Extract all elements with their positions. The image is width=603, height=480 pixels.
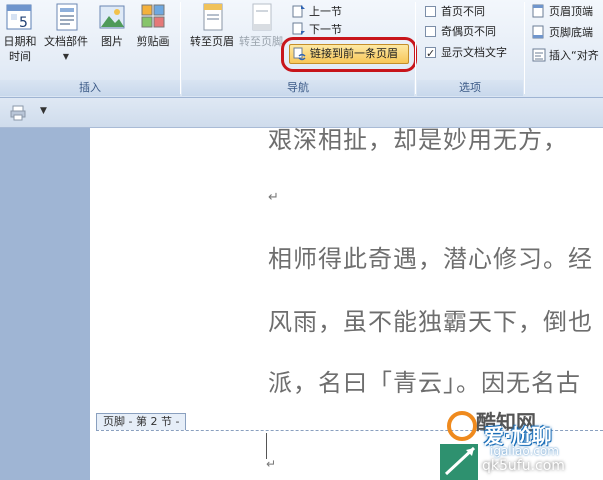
header-position-icon <box>532 4 546 18</box>
paragraph-mark-icon: ↵ <box>266 457 277 471</box>
odd-even-different-box[interactable] <box>425 26 436 37</box>
calendar-number: 5 <box>19 15 28 31</box>
alignment-tab-icon <box>532 48 546 62</box>
highlight-annotation-ring <box>281 37 417 72</box>
picture-button[interactable]: 图片 <box>96 2 128 49</box>
doc-parts-icon <box>51 2 81 32</box>
next-section-label: 下一节 <box>309 23 342 36</box>
first-page-different-label: 首页不同 <box>441 5 485 18</box>
document-line: 派，名曰「青云」。因无名古 <box>268 369 581 397</box>
show-document-text-checkbox[interactable]: 显示文档文字 <box>425 44 507 63</box>
clipart-button[interactable]: 剪贴画 <box>132 2 174 49</box>
document-line: 风雨，虽不能独霸天下，倒也 <box>268 308 593 336</box>
goto-header-button[interactable]: 转至页眉 <box>186 2 238 49</box>
goto-footer-button[interactable]: 转至页脚 <box>238 2 284 49</box>
insert-group: 5 日期和 时间 文档部件 ▼ 图片 剪贴画 插入 <box>0 0 180 98</box>
document-line: 相师得此奇遇，潜心修习。经 <box>268 245 593 273</box>
odd-even-different-label: 奇偶页不同 <box>441 25 496 38</box>
dropdown-arrow-icon: ▼ <box>62 52 70 61</box>
date-time-label-1: 日期和 <box>3 35 37 48</box>
doc-parts-label: 文档部件 <box>44 35 88 48</box>
print-icon[interactable] <box>10 105 26 121</box>
insert-group-label: 插入 <box>0 80 180 96</box>
footer-from-bottom-control[interactable]: 页脚底端 <box>532 24 593 42</box>
footer-section-tag: 页脚 - 第 2 节 - <box>96 413 187 430</box>
date-time-label-2: 时间 <box>9 50 31 63</box>
watermark-domain: igaliao.com <box>490 444 559 458</box>
customize-toolbar-dropdown-icon[interactable]: ▼ <box>40 106 47 116</box>
document-line: 艰深相扯，却是妙用无方， <box>268 128 568 154</box>
calendar-icon: 5 <box>5 2 35 32</box>
position-group: 页眉顶端 页脚底端 插入“对齐 <box>526 0 603 98</box>
header-from-top-label: 页眉顶端 <box>549 5 593 18</box>
first-page-different-checkbox[interactable]: 首页不同 <box>425 3 485 21</box>
insert-alignment-tab-label: 插入“对齐 <box>549 49 599 62</box>
date-time-button[interactable]: 5 日期和 时间 <box>2 2 38 64</box>
show-document-text-label: 显示文档文字 <box>441 46 507 59</box>
doc-parts-button[interactable]: 文档部件 ▼ <box>40 2 92 64</box>
footer-from-bottom-label: 页脚底端 <box>549 26 593 39</box>
navigation-group-label: 导航 <box>182 80 414 96</box>
goto-header-icon <box>197 2 227 32</box>
quick-access-toolbar: ▼ <box>0 98 603 128</box>
prev-section-button[interactable]: 上一节 <box>292 3 342 21</box>
clipart-label: 剪贴画 <box>136 35 170 48</box>
footer-position-icon <box>532 25 546 39</box>
first-page-different-box[interactable] <box>425 6 436 17</box>
header-from-top-control[interactable]: 页眉顶端 <box>532 3 593 21</box>
goto-footer-label: 转至页脚 <box>239 35 283 48</box>
group-separator <box>415 2 416 94</box>
options-group: 首页不同 奇偶页不同 显示文档文字 选项 <box>417 0 523 98</box>
text-cursor <box>266 433 267 459</box>
paragraph-mark-icon: ↵ <box>268 190 279 205</box>
ribbon: 5 日期和 时间 文档部件 ▼ 图片 剪贴画 插入 转至页眉 转至页脚 上一节 … <box>0 0 603 98</box>
goto-footer-icon <box>246 2 276 32</box>
group-separator <box>180 2 181 94</box>
picture-icon <box>97 2 127 32</box>
site-watermark: 酷知网 爱·尬聊 igaliao.com qk5ufu.com <box>440 400 603 480</box>
group-separator <box>524 2 525 94</box>
prev-section-label: 上一节 <box>309 5 342 18</box>
options-group-label: 选项 <box>417 80 523 96</box>
odd-even-different-checkbox[interactable]: 奇偶页不同 <box>425 23 496 41</box>
watermark-subdomain: qk5ufu.com <box>482 458 565 474</box>
prev-section-icon <box>292 4 306 18</box>
next-section-icon <box>292 22 306 36</box>
goto-header-label: 转至页眉 <box>190 35 234 48</box>
clipart-icon <box>138 2 168 32</box>
show-document-text-box[interactable] <box>425 45 436 63</box>
picture-label: 图片 <box>101 35 123 48</box>
insert-alignment-tab-button[interactable]: 插入“对齐 <box>532 47 599 65</box>
